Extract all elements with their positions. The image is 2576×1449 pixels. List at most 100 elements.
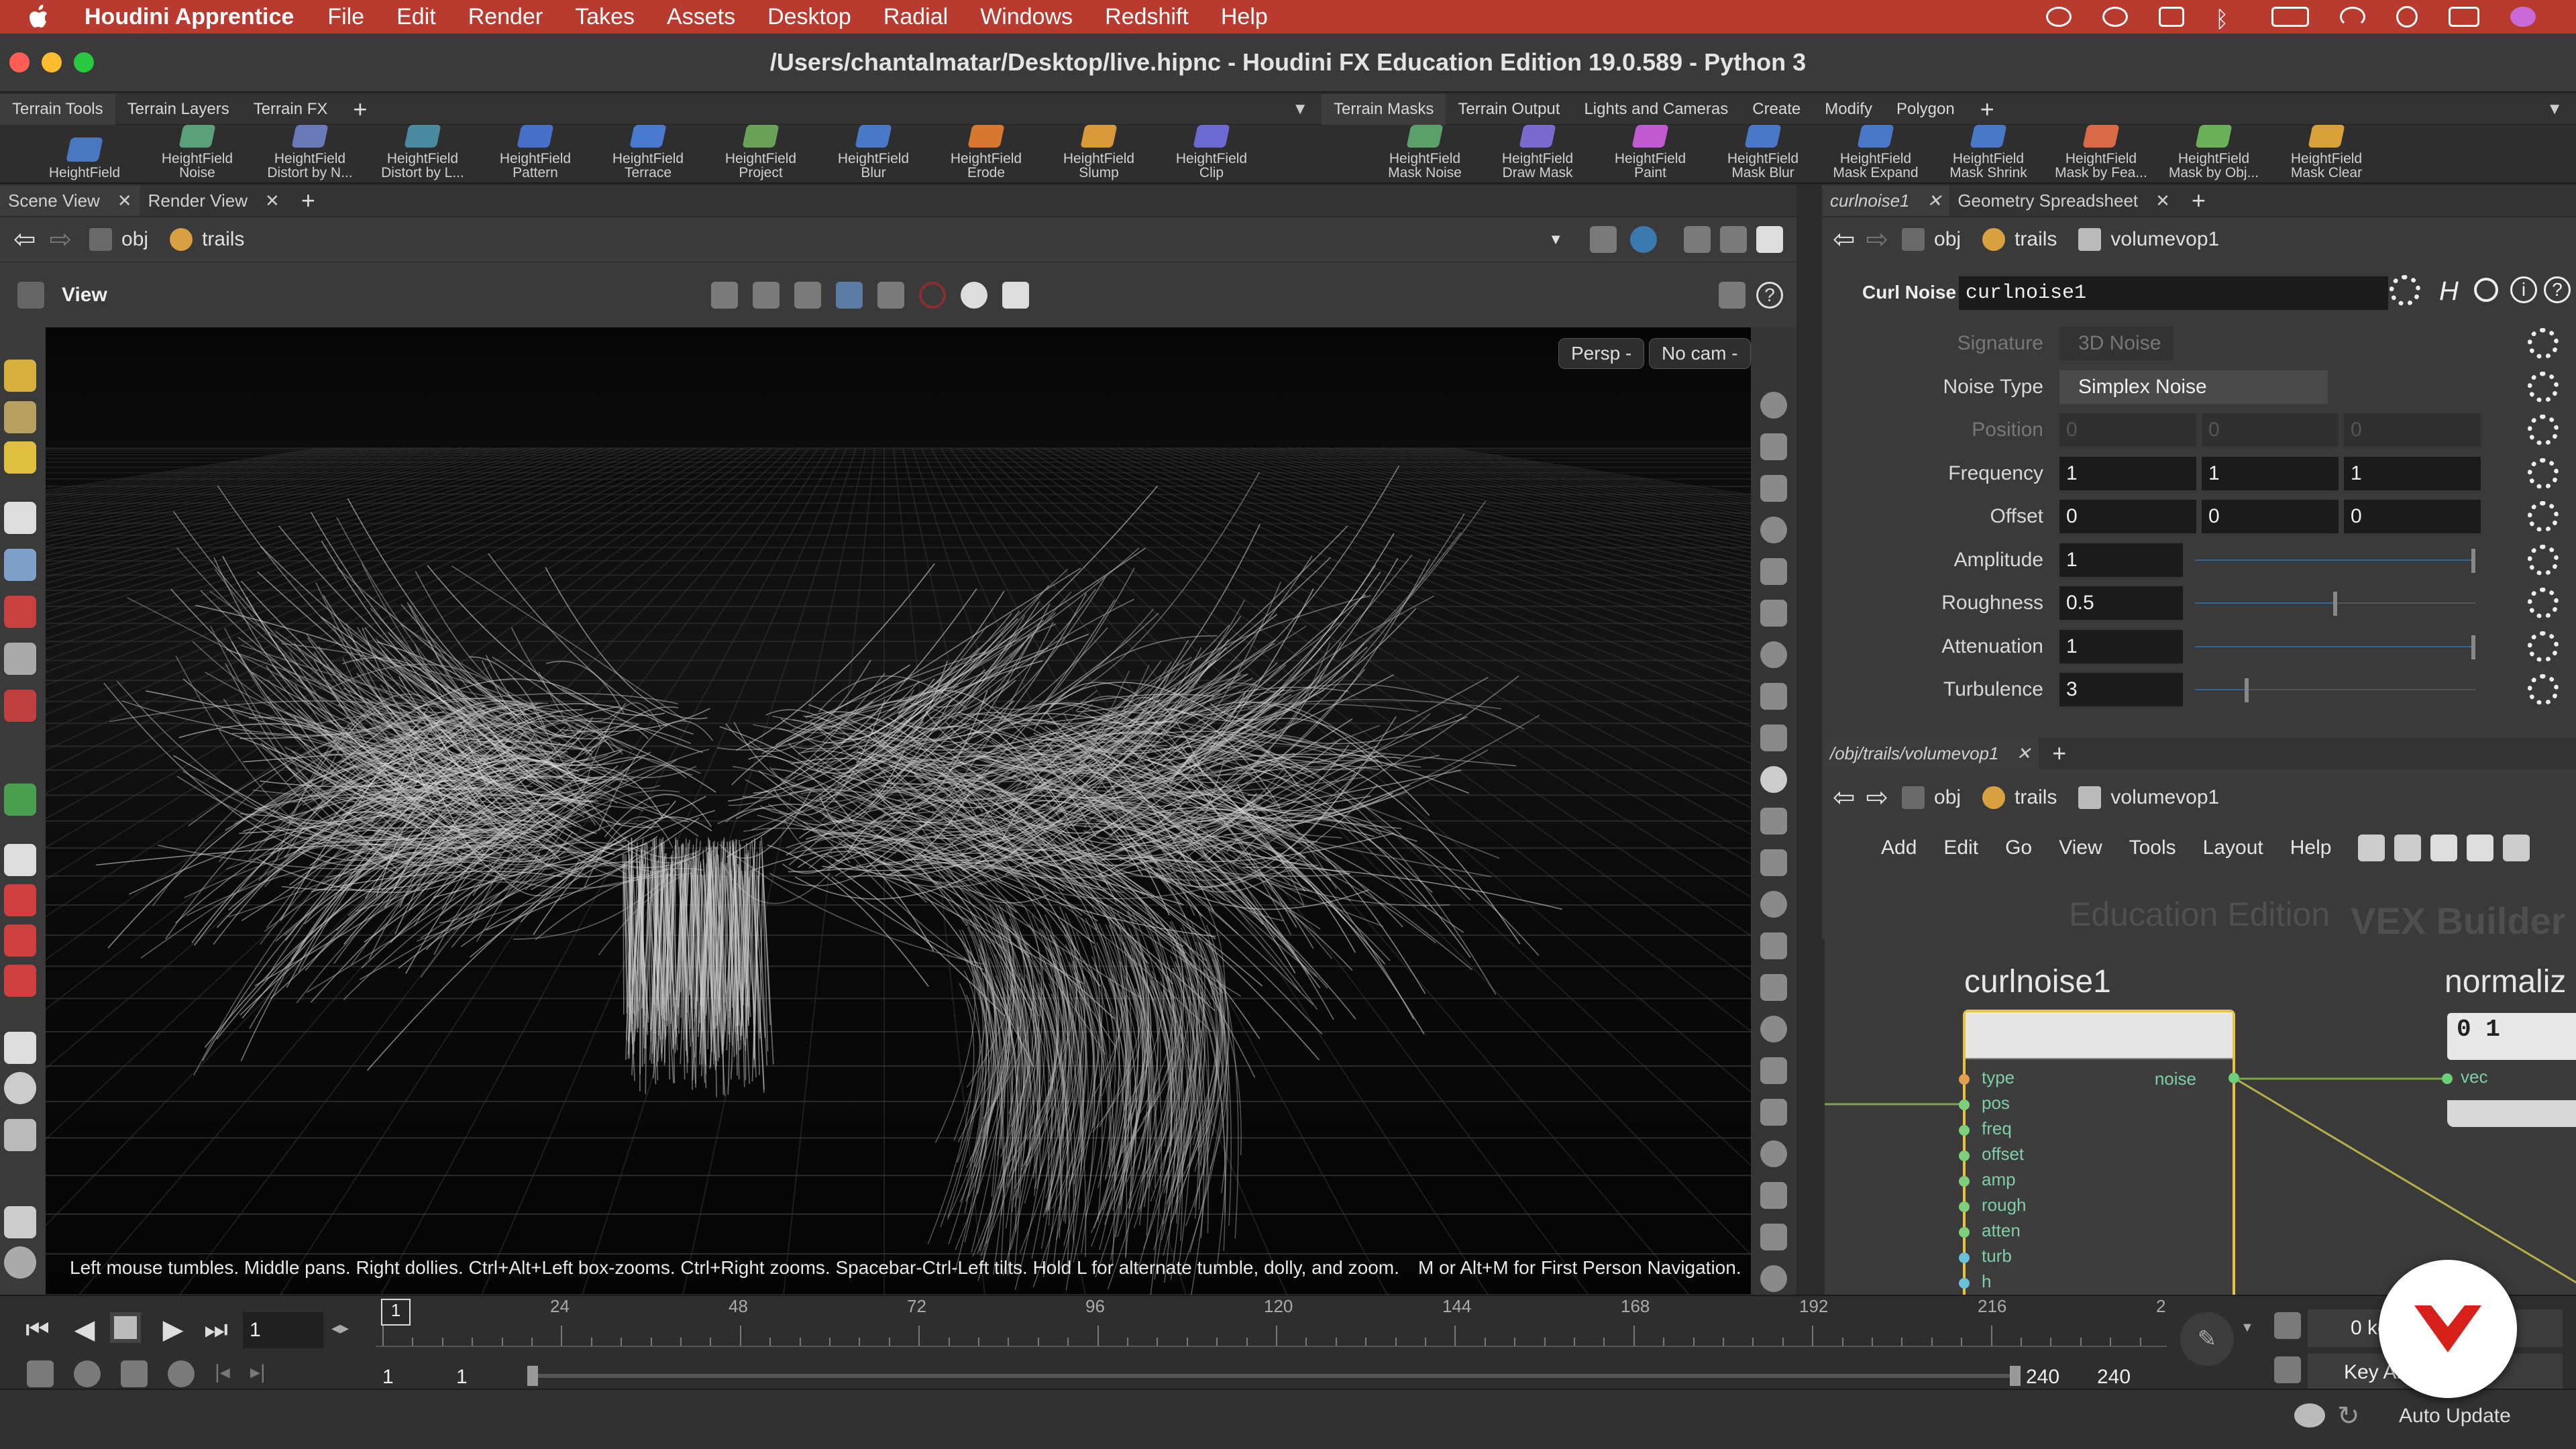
select-arrow-icon[interactable] <box>4 502 36 534</box>
range-start[interactable]: 1 <box>382 1366 394 1389</box>
param-slider[interactable] <box>2188 586 2482 620</box>
breadcrumb-volumevop1[interactable]: volumevop1 <box>2078 786 2219 809</box>
display-toolbar-icon[interactable] <box>1719 281 1746 309</box>
record-icon[interactable] <box>919 281 946 309</box>
shelf-tool-heightfield-distort-by-l-[interactable]: HeightField Distort by L... <box>366 125 479 184</box>
keyframe-sync-icon[interactable] <box>2274 1312 2301 1339</box>
close-icon[interactable]: ✕ <box>117 191 132 211</box>
shelf-tool-heightfield-noise[interactable]: HeightField Noise <box>141 125 254 184</box>
input-port-dot[interactable] <box>1959 1150 1970 1161</box>
input-port-dot[interactable] <box>1959 1176 1970 1187</box>
display-option-icon[interactable] <box>1760 1057 1787 1084</box>
display-option-icon[interactable] <box>1760 974 1787 1001</box>
shelf-tab-terrain-layers[interactable]: Terrain Layers <box>115 94 241 125</box>
magnet-icon[interactable] <box>4 884 36 916</box>
display-option-icon[interactable] <box>1760 433 1787 460</box>
shelf-tool-heightfield-distort-by-n-[interactable]: HeightField Distort by N... <box>254 125 366 184</box>
move-tool-icon[interactable] <box>4 784 36 816</box>
input-port-dot[interactable] <box>1959 1074 1970 1085</box>
tab-curlnoise1[interactable]: curlnoise1 ✕ <box>1822 185 1950 216</box>
shelf-tool-heightfield-mask-clear[interactable]: HeightField Mask Clear <box>2270 125 2383 184</box>
channel-icon[interactable] <box>2274 1356 2301 1383</box>
param-menu[interactable]: 3D Noise <box>2059 327 2174 360</box>
gear-icon[interactable] <box>2528 371 2559 402</box>
link-icon[interactable] <box>1630 226 1657 253</box>
display-option-icon[interactable] <box>1760 1140 1787 1167</box>
param-slider[interactable] <box>2188 630 2482 663</box>
display-option-icon[interactable] <box>1760 683 1787 710</box>
current-frame-field[interactable]: 1 <box>243 1312 323 1348</box>
shelf-tab-terrain-output[interactable]: Terrain Output <box>1446 94 1572 125</box>
calendar-icon[interactable] <box>2159 7 2184 27</box>
wifi-icon[interactable] <box>2340 7 2365 27</box>
play-icon[interactable]: ▶ <box>156 1312 191 1347</box>
stop-icon[interactable] <box>110 1312 141 1343</box>
audio-icon[interactable]: ✎ <box>2180 1312 2234 1366</box>
zoom-window-button[interactable] <box>74 52 94 72</box>
shelf-tool-heightfield-blur[interactable]: HeightField Blur <box>817 125 930 184</box>
help-icon[interactable]: ? <box>2544 276 2571 303</box>
audio-dropdown-icon[interactable]: ▼ <box>2241 1320 2254 1336</box>
breadcrumb-volumevop1[interactable]: volumevop1 <box>2078 228 2219 251</box>
param-vector-field[interactable]: 0 <box>2202 500 2339 533</box>
gear-icon[interactable] <box>2528 458 2559 489</box>
minimize-window-button[interactable] <box>42 52 62 72</box>
display-option-icon[interactable] <box>1760 724 1787 751</box>
loop-icon[interactable] <box>121 1360 148 1387</box>
persp-menu[interactable]: Persp - <box>1558 338 1645 369</box>
shelf-tool-heightfield-slump[interactable]: HeightField Slump <box>1042 125 1155 184</box>
range-end-handle[interactable] <box>2010 1366 2021 1386</box>
apple-icon[interactable] <box>20 0 58 34</box>
network-menu-tools[interactable]: Tools <box>2129 837 2176 859</box>
menu-edit[interactable]: Edit <box>396 4 436 30</box>
display-option-icon[interactable] <box>1760 600 1787 627</box>
play-reverse-icon[interactable]: ◀ <box>67 1312 102 1347</box>
battery-icon[interactable] <box>2271 7 2309 27</box>
breadcrumb-obj[interactable]: obj <box>1902 786 1961 809</box>
param-value-field[interactable]: 1 <box>2059 629 2183 663</box>
select-geometry-icon[interactable] <box>753 281 780 309</box>
clock-icon[interactable] <box>4 1072 36 1104</box>
display-option-icon[interactable] <box>1760 558 1787 585</box>
brush-icon[interactable] <box>4 596 36 628</box>
wrench-icon[interactable] <box>2358 835 2385 861</box>
step-arrows-icon[interactable]: ◂▸ <box>331 1318 349 1338</box>
grammarly-icon[interactable] <box>2102 7 2128 27</box>
shelf-tool-heightfield-clip[interactable]: HeightField Clip <box>1155 125 1268 184</box>
transform-icon[interactable] <box>4 844 36 876</box>
display-option-icon[interactable] <box>1760 766 1787 793</box>
display-option-icon[interactable] <box>1760 1265 1787 1292</box>
add-shelf-tab-button-right[interactable]: + <box>1967 95 2008 123</box>
input-port-dot[interactable] <box>1959 1099 1970 1110</box>
breadcrumb-trails[interactable]: trails <box>1982 228 2057 251</box>
refresh-icon[interactable]: ↻ <box>2337 1401 2360 1432</box>
tab-render-view[interactable]: Render View ✕ <box>140 185 288 216</box>
param-vector-field[interactable]: 0 <box>2344 500 2481 533</box>
forward-arrow-icon[interactable]: ⇨ <box>1866 782 1889 813</box>
close-icon[interactable]: ✕ <box>1927 191 1942 211</box>
shelf-tab-terrain-tools[interactable]: Terrain Tools <box>0 93 115 125</box>
cloud-icon[interactable] <box>2294 1403 2325 1428</box>
breadcrumb-obj[interactable]: obj <box>89 228 148 251</box>
param-vector-field[interactable]: 0 <box>2059 500 2196 533</box>
cylinder-icon[interactable] <box>4 1119 36 1151</box>
list-view-icon[interactable] <box>2430 835 2458 861</box>
param-vector-field[interactable]: 0 <box>2059 413 2196 447</box>
render-region-icon[interactable] <box>1002 281 1029 309</box>
display-option-icon[interactable] <box>1760 932 1787 959</box>
gear-icon[interactable] <box>2390 275 2420 306</box>
menu-render[interactable]: Render <box>468 4 543 30</box>
tree-view-icon[interactable] <box>2394 835 2422 861</box>
shelf-tab-terrain-fx[interactable]: Terrain FX <box>241 94 340 125</box>
magnet-icon-3[interactable] <box>4 965 36 997</box>
display-options-icon[interactable] <box>1684 226 1711 253</box>
maximize-icon[interactable] <box>1756 226 1783 253</box>
display-option-icon[interactable] <box>1760 891 1787 918</box>
tab-scene-view[interactable]: Scene View ✕ <box>0 185 140 216</box>
menu-redshift[interactable]: Redshift <box>1105 4 1189 30</box>
sphere-icon[interactable] <box>4 643 36 675</box>
param-menu[interactable]: Simplex Noise <box>2059 370 2328 404</box>
param-vector-field[interactable]: 1 <box>2059 456 2196 490</box>
menu-help[interactable]: Help <box>1221 4 1268 30</box>
normalize-node[interactable]: 0 1 <box>2447 1013 2576 1060</box>
